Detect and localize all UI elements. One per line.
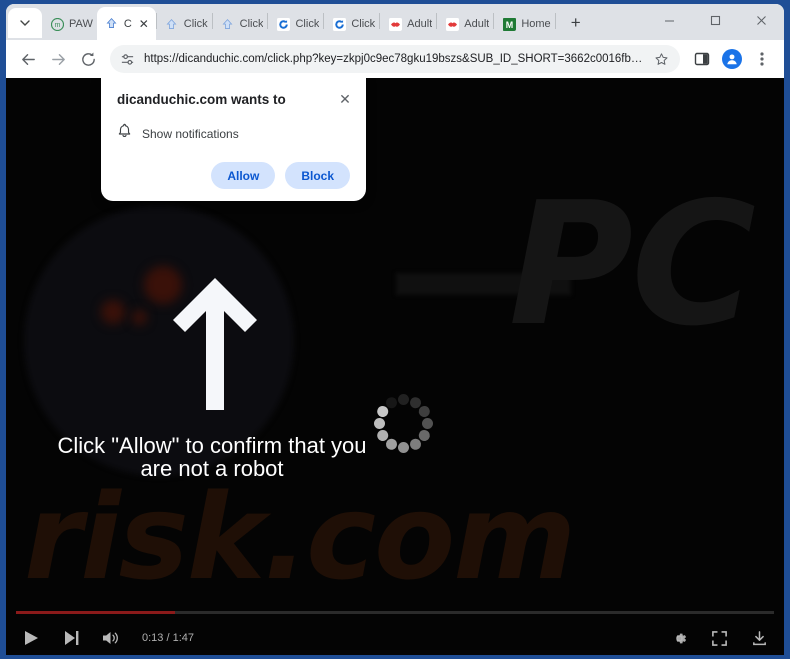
tab-strip: m PAW C ✕ Click Click Click Click Adult … bbox=[6, 4, 784, 40]
tab-label: Adult bbox=[464, 18, 490, 30]
window-controls bbox=[646, 4, 784, 40]
close-icon[interactable]: ✕ bbox=[336, 90, 354, 108]
video-control-bar: 0:13 / 1:47 bbox=[6, 603, 784, 655]
tab-click-2[interactable]: Click bbox=[157, 8, 212, 40]
click-blue-icon bbox=[105, 17, 119, 31]
download-icon[interactable] bbox=[748, 627, 770, 649]
bookmark-star-icon[interactable] bbox=[652, 50, 670, 68]
tab-label: PAW bbox=[69, 18, 93, 30]
background-dot bbox=[132, 310, 147, 325]
site-settings-icon[interactable] bbox=[118, 50, 136, 68]
url-text[interactable]: https://dicanduchic.com/click.php?key=zk… bbox=[144, 53, 646, 65]
video-time-display: 0:13 / 1:47 bbox=[142, 632, 194, 644]
three-dot-menu-icon[interactable] bbox=[748, 45, 776, 73]
arrow-up-icon bbox=[169, 274, 261, 414]
browser-toolbar: https://dicanduchic.com/click.php?key=zk… bbox=[6, 40, 784, 78]
side-panel-icon[interactable] bbox=[688, 45, 716, 73]
volume-icon[interactable] bbox=[100, 627, 122, 649]
tab-label: Click bbox=[351, 18, 376, 30]
back-arrow-icon[interactable] bbox=[14, 45, 42, 73]
tab-search-chevron-down-icon[interactable] bbox=[8, 8, 42, 38]
paw-green-icon: m bbox=[50, 17, 64, 31]
instruction-line-2: are not a robot bbox=[140, 456, 284, 482]
page-viewport: PC risk.com Click "Allow" to confirm tha bbox=[6, 78, 784, 655]
tab-adult-2[interactable]: Adult bbox=[437, 8, 493, 40]
refresh-blue-icon bbox=[276, 17, 290, 31]
background-strip bbox=[396, 273, 571, 295]
tab-click-3[interactable]: Click bbox=[213, 8, 268, 40]
tab-click-5[interactable]: Click bbox=[324, 8, 379, 40]
svg-text:M: M bbox=[506, 19, 513, 29]
tab-home[interactable]: M Home bbox=[494, 8, 554, 40]
avatar bbox=[722, 49, 742, 69]
tab-label: C bbox=[123, 17, 132, 30]
close-window-button[interactable] bbox=[738, 4, 784, 36]
tab-label: Click bbox=[183, 18, 208, 30]
click-blue-icon bbox=[221, 17, 235, 31]
instruction-line-1: Click "Allow" to confirm that you bbox=[57, 433, 367, 458]
fullscreen-icon[interactable] bbox=[708, 627, 730, 649]
reload-icon[interactable] bbox=[74, 45, 102, 73]
permission-row: Show notifications bbox=[117, 123, 350, 144]
lips-red-icon bbox=[388, 17, 402, 31]
permission-actions: Allow Block bbox=[117, 162, 350, 189]
video-controls-row: 0:13 / 1:47 bbox=[6, 621, 784, 655]
browser-window: m PAW C ✕ Click Click Click Click Adult … bbox=[6, 4, 784, 655]
video-progress-bar[interactable] bbox=[16, 611, 774, 614]
allow-button[interactable]: Allow bbox=[211, 162, 276, 189]
maximize-button[interactable] bbox=[692, 4, 738, 36]
minimize-button[interactable] bbox=[646, 4, 692, 36]
tab-label: Click bbox=[295, 18, 320, 30]
video-progress-fill bbox=[16, 611, 176, 614]
permission-title: dicanduchic.com wants to bbox=[117, 92, 286, 107]
forward-arrow-icon[interactable] bbox=[44, 45, 72, 73]
background-dot bbox=[101, 300, 125, 324]
watermark-pc: PC bbox=[508, 166, 756, 364]
address-bar[interactable]: https://dicanduchic.com/click.php?key=zk… bbox=[110, 45, 680, 73]
gear-icon[interactable] bbox=[668, 627, 690, 649]
tab-adult-1[interactable]: Adult bbox=[380, 8, 436, 40]
instruction-text: Click "Allow" to confirm that you are no… bbox=[6, 434, 418, 480]
play-icon[interactable] bbox=[20, 627, 42, 649]
notification-permission-bubble: dicanduchic.com wants to ✕ Show notifica… bbox=[101, 78, 366, 201]
tab-close-icon[interactable]: ✕ bbox=[136, 16, 152, 32]
tab-click-4[interactable]: Click bbox=[268, 8, 323, 40]
m-green-icon: M bbox=[502, 17, 516, 31]
watermark-risk: risk.com bbox=[24, 468, 576, 606]
tab-label: Adult bbox=[407, 18, 433, 30]
svg-text:m: m bbox=[54, 22, 60, 29]
lips-red-icon bbox=[445, 17, 459, 31]
profile-avatar-icon[interactable] bbox=[718, 45, 746, 73]
tab-separator bbox=[554, 13, 556, 29]
next-track-icon[interactable] bbox=[60, 627, 82, 649]
tab-label: Home bbox=[521, 18, 551, 30]
tab-paw[interactable]: m PAW bbox=[42, 8, 97, 40]
new-tab-button[interactable]: + bbox=[562, 9, 590, 37]
tab-click-active[interactable]: C ✕ bbox=[96, 7, 156, 40]
block-button[interactable]: Block bbox=[285, 162, 350, 189]
tab-label: Click bbox=[239, 18, 264, 30]
refresh-blue-icon bbox=[332, 17, 346, 31]
click-blue-icon bbox=[165, 17, 179, 31]
bell-icon bbox=[117, 123, 132, 144]
permission-label: Show notifications bbox=[142, 126, 239, 141]
